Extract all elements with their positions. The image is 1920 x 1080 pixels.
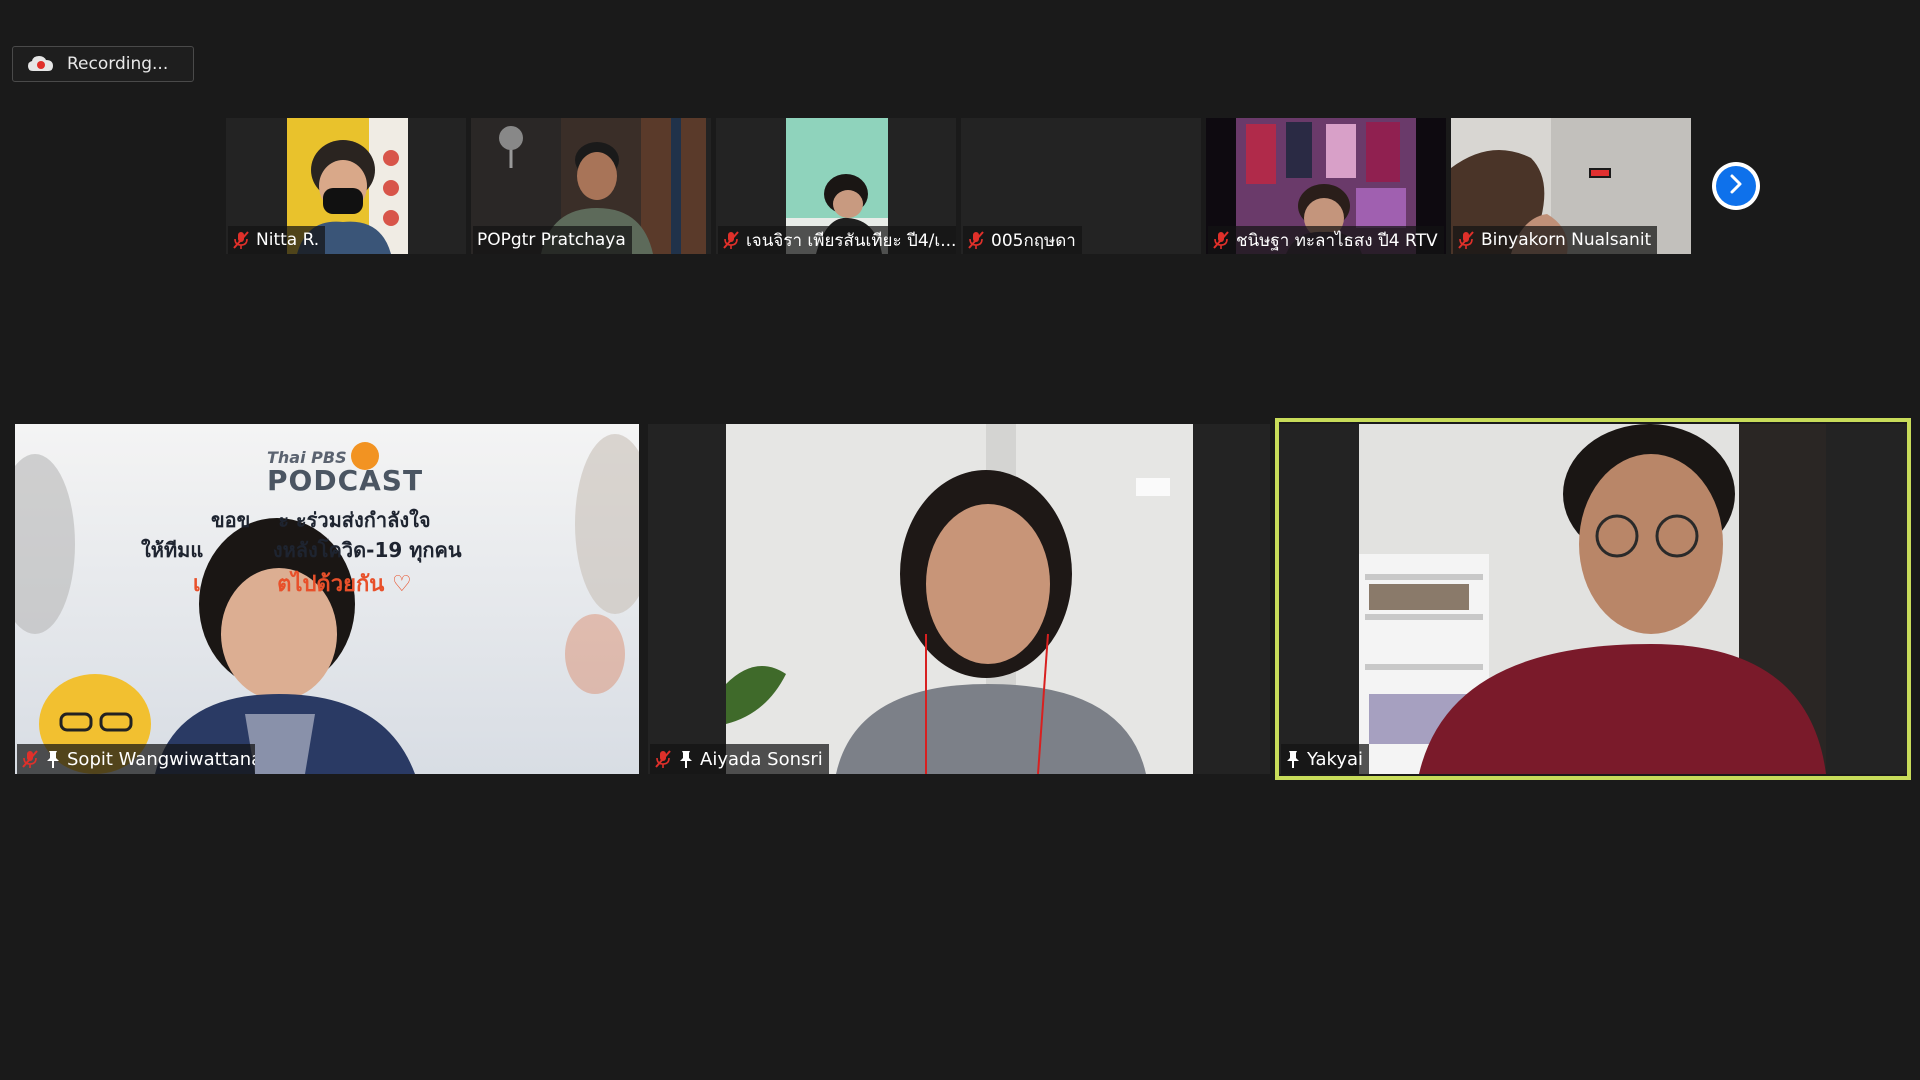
participant-video [726,424,1193,774]
recording-indicator[interactable]: Recording... [12,46,194,82]
podcast-logo-text: PODCAST [267,464,424,497]
participant-name-tag: Nitta R. [228,226,326,254]
mic-muted-icon [1212,230,1230,250]
participant-name-tag: ชนิษฐา ทะลาไธสง ปี4 RTV [1208,226,1444,254]
participant-name: POPgtr Pratchaya [477,230,626,250]
participant-name: Yakyai [1307,748,1364,770]
mic-muted-icon [722,230,740,250]
participant-video-tile[interactable]: Yakyai [1279,424,1907,774]
banner-line-3: เ ตไปด้วยกัน ♡ [193,572,412,597]
participant-name: Binyakorn Nualsanit [1481,230,1652,250]
recording-label: Recording... [67,54,169,74]
participant-name: Nitta R. [256,230,320,250]
mic-muted-icon [654,749,672,769]
cloud-record-icon [27,54,55,74]
participant-thumbnail[interactable]: Nitta R. [226,118,466,254]
participant-name-tag: 005กฤษดา [963,226,1082,254]
pin-icon [45,749,61,769]
participant-name-tag: เจนจิรา เพียรสันเทียะ ปี4/เ... [718,226,956,254]
participant-name: Sopit Wangwiwattana [67,748,255,770]
pin-icon [678,749,694,769]
participant-thumbnail[interactable]: ชนิษฐา ทะลาไธสง ปี4 RTV [1206,118,1446,254]
pin-icon [1285,749,1301,769]
mic-muted-icon [232,230,250,250]
participant-name: Aiyada Sonsri [700,748,823,770]
next-page-button[interactable] [1712,162,1760,210]
participant-video-tile[interactable]: Aiyada Sonsri [648,424,1270,774]
mic-muted-icon [967,230,985,250]
participant-thumbnail[interactable]: เจนจิรา เพียรสันเทียะ ปี4/เ... [716,118,956,254]
participant-thumbnail[interactable]: POPgtr Pratchaya [471,118,711,254]
participant-name-tag: Aiyada Sonsri [650,744,829,774]
banner-line-2: ให้ทีมแ งหลังโควิด-19 ทุกคน [141,538,462,562]
participant-name: 005กฤษดา [991,230,1076,251]
participant-video [1359,424,1826,774]
participant-name-tag: Binyakorn Nualsanit [1453,226,1658,254]
participant-name: เจนจิรา เพียรสันเทียะ ปี4/เ... [746,230,956,251]
banner-line-1: ขอข ะ ะร่วมส่งกำลังใจ [211,508,431,532]
participant-video-tile[interactable]: Thai PBS PODCAST ขอข ะ ะร่วมส่งกำลังใจ ใ… [15,424,639,774]
participant-name-tag: Yakyai [1281,744,1370,774]
mic-muted-icon [21,749,39,769]
next-page-button-fill [1716,166,1756,206]
participant-thumbnail[interactable]: Binyakorn Nualsanit [1451,118,1691,254]
participant-thumbnail[interactable]: 005กฤษดา [961,118,1201,254]
participant-name-tag: POPgtr Pratchaya [473,226,632,254]
mic-muted-icon [1457,230,1475,250]
participant-name-tag: Sopit Wangwiwattana [17,744,255,774]
participant-name: ชนิษฐา ทะลาไธสง ปี4 RTV [1236,230,1438,251]
chevron-right-icon [1726,173,1746,199]
